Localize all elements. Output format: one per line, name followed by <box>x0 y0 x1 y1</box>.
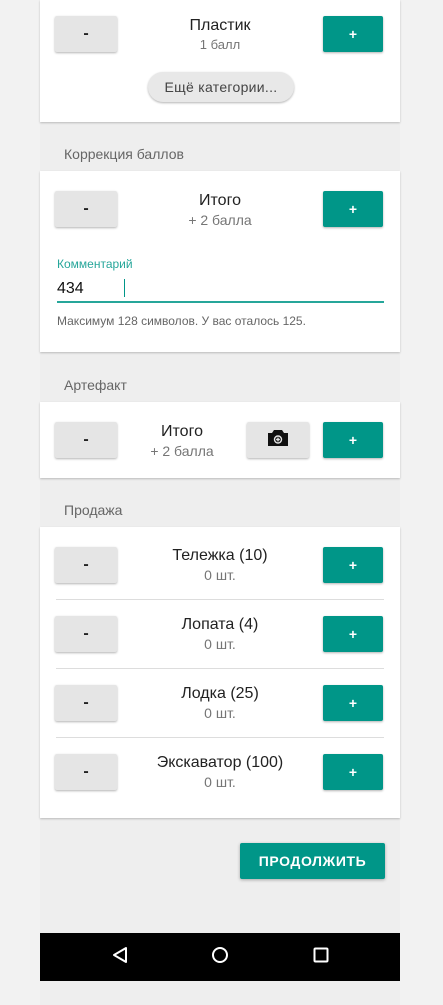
artifact-card: - Итого + 2 балла + <box>40 402 400 478</box>
text-caret <box>124 279 125 297</box>
plastic-subtitle: 1 балл <box>199 37 241 52</box>
plastic-plus-button[interactable]: + <box>323 16 383 52</box>
home-button[interactable] <box>205 943 235 971</box>
navigation-bar <box>40 933 400 981</box>
sale-item-count: 0 шт. <box>204 636 236 652</box>
artifact-title: Итого <box>161 423 203 440</box>
sale-card: - Тележка (10) 0 шт. + - Лопата (4) 0 шт… <box>40 527 400 818</box>
recents-button[interactable] <box>306 943 336 971</box>
comment-helper-text: Максимум 128 символов. У вас оталось 125… <box>57 314 306 328</box>
comment-label: Комментарий <box>57 257 133 271</box>
plastic-card: - Пластик 1 балл + Ещё категории... <box>40 0 400 122</box>
sale-plus-button[interactable]: + <box>323 547 383 583</box>
sale-item-title: Экскаватор (100) <box>156 754 284 771</box>
home-icon <box>211 946 229 969</box>
correction-header: Коррекция баллов <box>64 146 184 162</box>
sale-minus-button[interactable]: - <box>55 754 117 790</box>
sale-plus-button[interactable]: + <box>323 616 383 652</box>
sale-plus-button[interactable]: + <box>323 754 383 790</box>
sale-minus-button[interactable]: - <box>55 547 117 583</box>
sale-row: - Лопата (4) 0 шт. + <box>40 596 400 656</box>
sale-minus-button[interactable]: - <box>55 616 117 652</box>
recents-icon <box>313 947 329 968</box>
sale-header: Продажа <box>64 502 123 518</box>
artifact-header: Артефакт <box>64 377 127 393</box>
sale-row: - Лодка (25) 0 шт. + <box>40 665 400 725</box>
back-icon <box>111 946 129 969</box>
sale-row: - Тележка (10) 0 шт. + <box>40 527 400 587</box>
back-button[interactable] <box>105 943 135 971</box>
camera-icon <box>267 429 289 452</box>
sale-plus-button[interactable]: + <box>323 685 383 721</box>
sale-item-title: Лопата (4) <box>181 616 259 633</box>
plastic-minus-button[interactable]: - <box>55 16 117 52</box>
artifact-plus-button[interactable]: + <box>323 422 383 458</box>
correction-subtitle: + 2 балла <box>188 212 252 228</box>
sale-minus-button[interactable]: - <box>55 685 117 721</box>
continue-button[interactable]: ПРОДОЛЖИТЬ <box>240 843 385 879</box>
sale-item-info: Лодка (25) 0 шт. <box>130 684 310 722</box>
artifact-minus-button[interactable]: - <box>55 422 117 458</box>
plastic-title: Пластик <box>189 17 251 34</box>
correction-info: Итого + 2 балла <box>140 191 300 229</box>
correction-title: Итого <box>199 192 241 209</box>
sale-item-info: Лопата (4) 0 шт. <box>130 615 310 653</box>
plastic-info: Пластик 1 балл <box>140 16 300 54</box>
sale-row: - Экскаватор (100) 0 шт. + <box>40 734 400 794</box>
sale-item-count: 0 шт. <box>204 705 236 721</box>
artifact-info: Итого + 2 балла <box>122 422 242 460</box>
plastic-row: - Пластик 1 балл + <box>40 4 400 64</box>
sale-item-title: Тележка (10) <box>172 547 268 564</box>
artifact-subtitle: + 2 балла <box>150 443 214 459</box>
comment-input[interactable] <box>57 277 384 303</box>
artifact-camera-button[interactable] <box>247 422 309 458</box>
sale-item-title: Лодка (25) <box>181 685 259 702</box>
more-categories-button[interactable]: Ещё категории... <box>148 72 294 102</box>
correction-minus-button[interactable]: - <box>55 191 117 227</box>
sale-item-count: 0 шт. <box>204 567 236 583</box>
sale-item-info: Тележка (10) 0 шт. <box>130 546 310 584</box>
sale-item-count: 0 шт. <box>204 774 236 790</box>
correction-plus-button[interactable]: + <box>323 191 383 227</box>
sale-item-info: Экскаватор (100) 0 шт. <box>130 753 310 791</box>
screen: - Пластик 1 балл + Ещё категории... Корр… <box>40 0 400 1005</box>
